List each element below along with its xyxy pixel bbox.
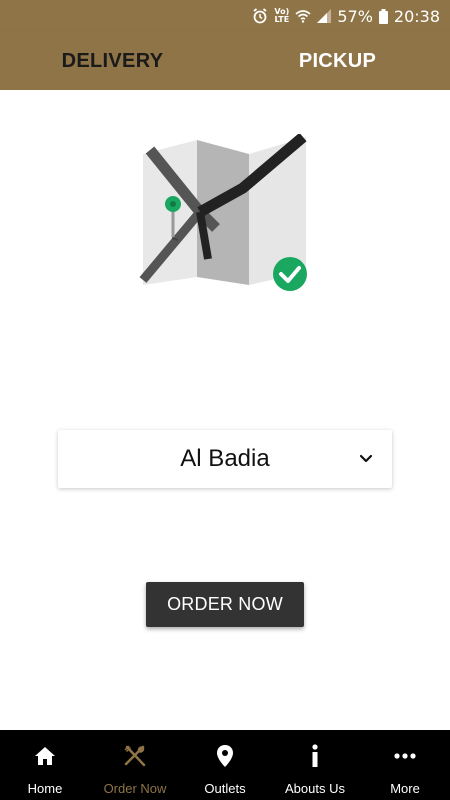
nav-label-home: Home (27, 781, 63, 796)
status-bar: Vo) LTE 57% 20:38 (0, 0, 450, 32)
nav-item-about-us[interactable]: Abouts Us (270, 730, 360, 800)
network-label: LTE (274, 15, 290, 24)
info-icon (303, 744, 327, 768)
nav-label-outlets: Outlets (204, 781, 246, 796)
battery-icon (378, 8, 388, 24)
fork-knife-icon (123, 744, 147, 768)
volte-lte-icon: Vo) LTE (274, 8, 289, 24)
map-illustration (0, 90, 450, 352)
chevron-down-icon (358, 450, 374, 466)
nav-label-about-us: Abouts Us (285, 781, 345, 796)
clock: 20:38 (393, 6, 440, 26)
tab-delivery[interactable]: DELIVERY (0, 32, 225, 90)
app-screen: Vo) LTE 57% 20:38 DELIVERY PICKUP Al Bad… (0, 0, 450, 800)
nav-item-more[interactable]: More (360, 730, 450, 800)
tab-pickup[interactable]: PICKUP (225, 32, 450, 90)
battery-percent: 57% (337, 6, 373, 26)
order-now-button[interactable]: ORDER NOW (146, 582, 304, 627)
outlet-dropdown[interactable]: Al Badia (58, 430, 392, 488)
order-type-tabs: DELIVERY PICKUP (0, 32, 450, 90)
alarm-icon (252, 8, 268, 24)
bottom-navigation: Home Order Now Outlets Abouts Us More (0, 730, 450, 800)
nav-item-home[interactable]: Home (0, 730, 90, 800)
wifi-icon (295, 9, 311, 23)
more-dots-icon (393, 744, 417, 768)
nav-item-order-now[interactable]: Order Now (90, 730, 180, 800)
location-pin-icon (213, 744, 237, 768)
signal-icon (317, 9, 332, 23)
nav-label-order-now: Order Now (103, 781, 167, 796)
nav-item-outlets[interactable]: Outlets (180, 730, 270, 800)
outlet-selected-value: Al Badia (180, 445, 270, 472)
folded-map-check-icon (139, 134, 307, 291)
home-icon (33, 744, 57, 768)
nav-label-more: More (390, 781, 420, 796)
